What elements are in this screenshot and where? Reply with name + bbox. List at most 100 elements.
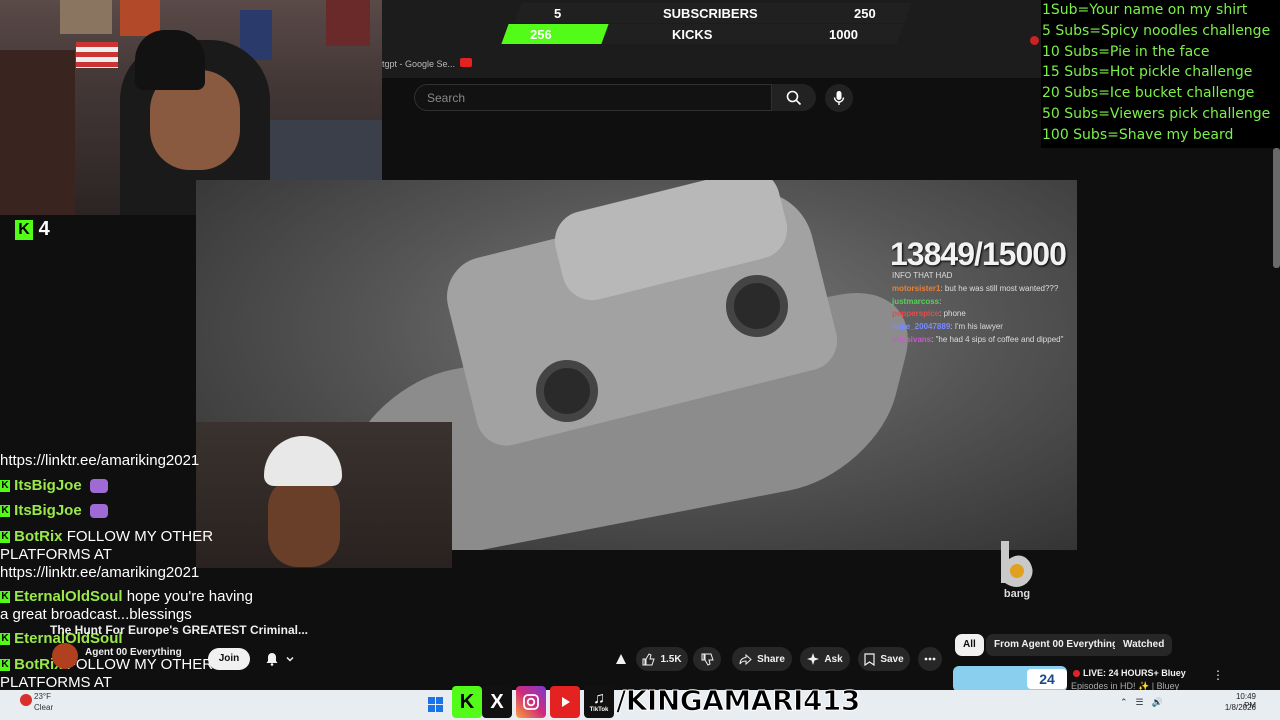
more-horizontal-icon — [924, 657, 936, 661]
chip-watched[interactable]: Watched — [1115, 634, 1173, 656]
tab-title[interactable]: tgpt - Google Se... — [382, 59, 455, 69]
beanie — [135, 30, 205, 90]
voice-search-button[interactable] — [825, 84, 853, 112]
remix-icon — [616, 654, 626, 664]
recommendation-menu-button[interactable]: ⋮ — [1212, 668, 1224, 682]
chip-all[interactable]: All — [955, 634, 984, 656]
bookmark-icon — [864, 652, 875, 666]
volume-icon[interactable]: 🔊 — [1152, 697, 1163, 708]
system-tray[interactable]: ⌃ ☰ 🔊 — [1120, 697, 1163, 708]
subscribers-goal: 250 — [854, 6, 876, 21]
tiktok-icon: ♫ TikTok — [584, 686, 614, 718]
kicks-progress-fill — [501, 24, 609, 44]
instagram-icon — [516, 686, 546, 718]
more-actions-button[interactable] — [918, 647, 942, 671]
x-social-icon: X — [482, 686, 512, 718]
search-input[interactable]: Search — [414, 84, 772, 111]
chat-message: K ItsBigJoe — [0, 477, 260, 495]
like-count: 1.5K — [660, 653, 682, 665]
kick-social-icon: K — [452, 686, 482, 718]
bang-logo-icon: bang — [1001, 541, 1033, 600]
goal-item: 20 Subs=Ice bucket challenge — [1042, 85, 1255, 102]
video-title[interactable]: The Hunt For Europe's GREATEST Criminal.… — [50, 623, 308, 637]
wall-poster — [120, 0, 160, 36]
watermark-text: bang — [1004, 588, 1030, 600]
chat-message: K EternalOldSoul hope you're having a gr… — [0, 588, 253, 623]
goal-item: 50 Subs=Viewers pick challenge — [1042, 105, 1271, 122]
chat-message: https://linktr.ee/amariking2021 — [0, 452, 200, 469]
bell-icon — [266, 653, 278, 666]
save-label: Save — [880, 653, 904, 665]
goal-item: 1Sub=Your name on my shirt — [1042, 2, 1248, 18]
chat-message: K BotRix FOLLOW MY OTHER PLATFORMS AT ht… — [0, 528, 214, 581]
recommendation-title[interactable]: LIVE: 24 HOURS+ Bluey — [1083, 668, 1186, 678]
emote-icon — [89, 504, 108, 519]
search-icon — [786, 90, 802, 105]
share-label: Share — [757, 653, 785, 665]
thumbs-up-icon — [642, 652, 656, 665]
subscribers-label: SUBSCRIBERS — [663, 6, 758, 21]
guest-cap — [264, 436, 342, 486]
kick-badge-icon: K — [0, 480, 10, 493]
kick-badge-icon: K — [0, 505, 10, 518]
overlay-chat-line: motorsister1: but he was still most want… — [892, 283, 1059, 293]
join-button[interactable]: Join — [208, 648, 250, 670]
share-icon — [739, 653, 752, 665]
kick-logo-icon: K — [15, 219, 33, 240]
ask-button[interactable]: Ask — [800, 647, 850, 671]
car-wheel — [726, 275, 788, 337]
notifications-button[interactable] — [258, 648, 302, 670]
search-button[interactable] — [772, 84, 816, 111]
weather-desc: Clear — [34, 703, 54, 712]
chevron-down-icon — [286, 656, 294, 662]
youtube-tab-icon — [460, 58, 472, 67]
weather-icon[interactable] — [20, 694, 32, 706]
windows-start-icon[interactable] — [428, 697, 443, 712]
overlay-chat-line: pepperspice: phone — [892, 309, 966, 319]
tab-bar: tgpt - Google Se... — [382, 54, 1042, 76]
clock-date[interactable]: 1/8/2026 — [1220, 703, 1256, 712]
remix-button[interactable] — [610, 647, 632, 671]
scrollbar[interactable] — [1273, 148, 1280, 268]
like-button[interactable]: 1.5K — [636, 647, 688, 671]
goal-item: 10 Subs=Pie in the face — [1042, 43, 1210, 60]
save-button[interactable]: Save — [858, 647, 910, 671]
sub-goals-list: 1Sub=Your name on my shirt 5 Subs=Spicy … — [1041, 0, 1280, 148]
kick-badge-icon: K — [0, 591, 10, 604]
ask-label: Ask — [824, 653, 843, 665]
overlay-chat-line: justmarcoss: — [892, 296, 942, 306]
emote-icon — [89, 479, 108, 494]
chip-from-channel[interactable]: From Agent 00 Everything — [986, 634, 1127, 656]
notification-dot — [1030, 36, 1039, 45]
wifi-icon[interactable]: ☰ — [1136, 697, 1144, 708]
chevron-up-icon[interactable]: ⌃ — [1120, 697, 1128, 708]
flag — [76, 42, 118, 68]
overlay-chat-line: ettysivans: "he had 4 sips of coffee and… — [892, 334, 1064, 344]
kick-badge-icon: K — [0, 633, 10, 646]
kicks-goal: 1000 — [829, 27, 858, 42]
chat-message: K ItsBigJoe — [0, 502, 260, 520]
dresser — [0, 50, 75, 215]
kick-viewer-count: K 4 — [15, 218, 75, 242]
car-wheel — [536, 360, 598, 422]
kicks-current: 256 — [530, 27, 552, 42]
wall-poster — [60, 0, 112, 34]
progress-counter: 13849/15000 — [890, 236, 1067, 272]
overlay-chat: INFO THAT HAD motorsister1: but he was s… — [892, 270, 1072, 347]
kick-badge-icon: K — [0, 659, 10, 672]
goal-item: 5 Subs=Spicy noodles challenge — [1042, 22, 1271, 39]
channel-name[interactable]: Agent 00 Everything — [85, 647, 182, 658]
live-dot-icon — [1073, 670, 1080, 677]
youtube-social-icon — [550, 686, 580, 718]
dislike-button[interactable] — [693, 647, 721, 671]
channel-avatar[interactable] — [52, 643, 78, 669]
share-button[interactable]: Share — [732, 647, 792, 671]
kicks-label: KICKS — [672, 27, 713, 42]
social-handle: /KINGAMARI413 — [616, 684, 861, 718]
overlay-chat-line: INFO THAT HAD — [892, 271, 953, 280]
microphone-icon — [833, 91, 845, 105]
thumbs-down-icon — [701, 653, 714, 666]
sparkle-icon — [807, 653, 820, 665]
wall-poster — [326, 0, 370, 46]
weather-temp: 23°F — [34, 692, 51, 701]
